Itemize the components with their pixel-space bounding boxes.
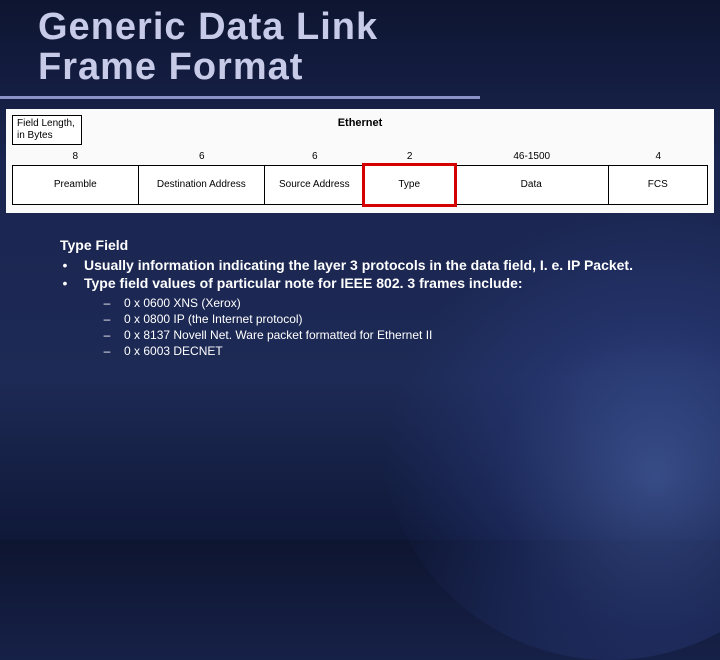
field-bytes: 4 xyxy=(609,149,708,165)
frame-field-fcs: 4FCS xyxy=(609,149,708,205)
bullet-list: • Usually information indicating the laye… xyxy=(60,257,680,291)
list-item: • Type field values of particular note fo… xyxy=(60,275,680,291)
sub-list-item-text: 0 x 0600 XNS (Xerox) xyxy=(124,296,241,310)
list-item: • Usually information indicating the laye… xyxy=(60,257,680,273)
frame-field-type: 2Type xyxy=(365,149,455,205)
dash-icon: – xyxy=(102,328,112,342)
sub-list-item-text: 0 x 0800 IP (the Internet protocol) xyxy=(124,312,303,326)
field-bytes: 2 xyxy=(365,149,455,165)
frame-field-source-address: 6Source Address xyxy=(265,149,364,205)
field-name: Data xyxy=(454,165,609,205)
sub-list-item-text: 0 x 8137 Novell Net. Ware packet formatt… xyxy=(124,328,432,342)
field-bytes: 6 xyxy=(139,149,266,165)
dash-icon: – xyxy=(102,296,112,310)
slide-title: Generic Data Link Frame Format xyxy=(0,0,480,99)
field-bytes: 46-1500 xyxy=(455,149,609,165)
content-body: Type Field • Usually information indicati… xyxy=(0,213,720,359)
sub-list-item: –0 x 6003 DECNET xyxy=(102,343,680,359)
frame-field-preamble: 8Preamble xyxy=(12,149,139,205)
sub-list-item-text: 0 x 6003 DECNET xyxy=(124,344,223,358)
frame-field-destination-address: 6Destination Address xyxy=(139,149,266,205)
slide: Generic Data Link Frame Format Field Len… xyxy=(0,0,720,540)
sub-bullet-list: –0 x 0600 XNS (Xerox)–0 x 0800 IP (the I… xyxy=(60,295,680,359)
section-heading: Type Field xyxy=(60,237,680,253)
list-item-text: Usually information indicating the layer… xyxy=(84,257,680,273)
frame-field-row: 8Preamble6Destination Address6Source Add… xyxy=(6,149,714,205)
field-name: Type xyxy=(364,165,455,205)
field-bytes: 6 xyxy=(265,149,364,165)
list-item-text: Type field values of particular note for… xyxy=(84,275,680,291)
frame-field-data: 46-1500Data xyxy=(455,149,609,205)
field-name: Preamble xyxy=(12,165,139,205)
field-bytes: 8 xyxy=(12,149,139,165)
dash-icon: – xyxy=(102,344,112,358)
bullet-icon: • xyxy=(60,257,70,273)
ethernet-label: Ethernet xyxy=(82,115,638,129)
frame-diagram: Field Length, in Bytes Ethernet 8Preambl… xyxy=(6,109,714,213)
field-name: Destination Address xyxy=(138,165,266,205)
bullet-icon: • xyxy=(60,275,70,291)
field-name: FCS xyxy=(608,165,708,205)
sub-list-item: –0 x 8137 Novell Net. Ware packet format… xyxy=(102,327,680,343)
diagram-header-row: Field Length, in Bytes Ethernet xyxy=(6,115,714,149)
field-name: Source Address xyxy=(264,165,364,205)
sub-list-item: –0 x 0600 XNS (Xerox) xyxy=(102,295,680,311)
field-length-label: Field Length, in Bytes xyxy=(12,115,82,145)
dash-icon: – xyxy=(102,312,112,326)
sub-list-item: –0 x 0800 IP (the Internet protocol) xyxy=(102,311,680,327)
